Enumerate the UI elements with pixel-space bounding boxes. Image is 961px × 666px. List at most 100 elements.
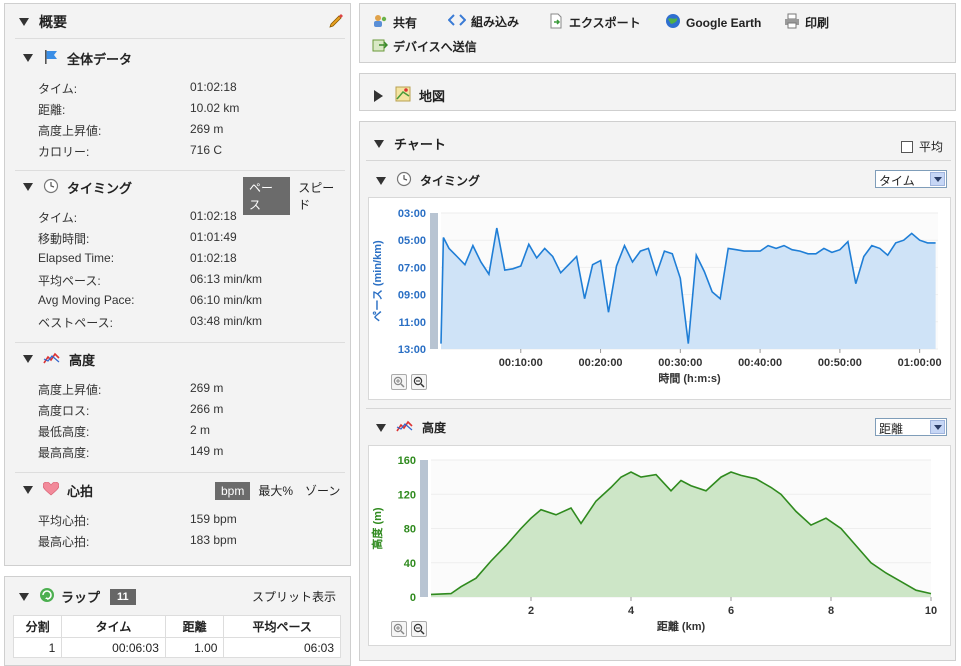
table-cell: 1	[12, 637, 63, 658]
charts-title: チャート	[394, 137, 446, 152]
overall-title: 全体データ	[67, 51, 133, 67]
laps-column-header[interactable]: タイム	[61, 615, 166, 638]
google-earth-label: Google Earth	[686, 15, 762, 30]
charts-header[interactable]: チャート	[374, 134, 446, 153]
collapse-triangle-icon[interactable]	[23, 183, 33, 191]
average-checkbox[interactable]	[900, 140, 913, 153]
export-button[interactable]: エクスポート	[548, 13, 641, 32]
map-icon	[395, 86, 411, 105]
collapse-triangle-icon[interactable]	[19, 592, 29, 601]
collapse-triangle-icon[interactable]	[23, 54, 33, 62]
collapse-triangle-icon[interactable]	[374, 139, 384, 148]
stat-value: 10.02 km	[190, 101, 240, 115]
zoom-in-button[interactable]	[391, 374, 407, 390]
y-tick-label: 0	[410, 592, 416, 604]
zone-toggle[interactable]: ゾーン	[301, 480, 344, 501]
laps-header[interactable]: ラップ 11	[19, 587, 136, 606]
plot-scrollbar	[430, 213, 438, 349]
elevation-graph-icon	[43, 351, 61, 368]
share-label: 共有	[393, 16, 418, 30]
zoom-in-button[interactable]	[391, 621, 407, 637]
google-earth-button[interactable]: Google Earth	[665, 13, 761, 32]
timing-x-axis-select[interactable]: タイム	[875, 170, 947, 188]
timing-chart-header[interactable]: タイミング	[376, 171, 480, 190]
max-percent-toggle[interactable]: 最大%	[254, 480, 297, 501]
timing-title: タイミング	[67, 180, 133, 196]
print-button[interactable]: 印刷	[784, 13, 829, 32]
zoom-out-button[interactable]	[411, 621, 427, 637]
timing-chart-title: タイミング	[420, 174, 481, 188]
y-tick-label: 160	[398, 455, 416, 467]
export-label: エクスポート	[569, 16, 641, 30]
stat-label: 平均心拍:	[38, 514, 90, 528]
zoom-in-icon	[393, 376, 405, 388]
elevation-header[interactable]: 高度	[23, 349, 343, 369]
zoom-out-icon	[413, 623, 425, 635]
chevron-down-icon	[930, 420, 945, 434]
charts-panel: チャート 平均 タイミング タイム 03:00 05:00 07:00 09:00 11…	[359, 121, 956, 661]
stat-value: 716 C	[190, 143, 223, 157]
elevation-chart-title: 高度	[422, 421, 447, 435]
elevation-x-axis-select[interactable]: 距離	[875, 418, 947, 436]
embed-icon	[447, 13, 467, 30]
x-tick-label: 00:20:00	[579, 357, 623, 369]
map-panel: 地図	[359, 73, 956, 111]
stat-label: 距離:	[38, 103, 66, 117]
share-button[interactable]: 共有	[372, 13, 417, 32]
zoom-out-button[interactable]	[411, 374, 427, 390]
collapse-triangle-icon[interactable]	[376, 423, 386, 432]
laps-column-header[interactable]: 分割	[12, 615, 63, 638]
collapse-triangle-icon[interactable]	[23, 355, 33, 363]
stat-row: 高度ロス: 266 m	[38, 402, 338, 418]
table-row[interactable]: 1 00:06:03 1.00 06:03	[12, 637, 341, 658]
collapse-triangle-icon[interactable]	[23, 486, 33, 494]
stat-row: カロリー: 716 C	[38, 143, 338, 159]
laps-panel: ラップ 11 スプリット表示 分割 タイム 距離 平均ペース 1 00:06:03 1.0…	[4, 576, 351, 666]
heart-unit-toggle: bpm 最大% ゾーン	[215, 480, 344, 501]
pace-chart-svg: 03:00 05:00 07:00 09:00 11:00 13:00 00:10:00 00…	[372, 208, 942, 385]
pace-chart: 03:00 05:00 07:00 09:00 11:00 13:00 00:10:00 00…	[368, 197, 951, 400]
split-view-link[interactable]: スプリット表示	[252, 588, 336, 605]
stat-value: 269 m	[190, 381, 224, 395]
stat-label: カロリー:	[38, 145, 90, 159]
map-header[interactable]: 地図	[374, 86, 445, 105]
laps-column-header[interactable]: 平均ペース	[223, 615, 341, 638]
timing-select-value: タイム	[879, 174, 915, 188]
x-tick-label: 00:10:00	[499, 357, 543, 369]
elevation-chart-header[interactable]: 高度	[376, 419, 446, 436]
stat-row: 最低高度: 2 m	[38, 423, 338, 439]
stat-row: Avg Moving Pace: 06:10 min/km	[38, 293, 338, 309]
send-to-device-button[interactable]: デバイスへ送信	[372, 37, 477, 56]
average-option: 平均	[900, 138, 943, 155]
x-tick-label: 01:00:00	[898, 357, 942, 369]
expand-triangle-icon[interactable]	[374, 89, 383, 102]
stat-row: 平均心拍: 159 bpm	[38, 512, 338, 528]
embed-button[interactable]: 組み込み	[447, 13, 519, 30]
stat-row: ベストペース: 03:48 min/km	[38, 314, 338, 330]
map-title: 地図	[419, 89, 446, 104]
share-icon	[372, 13, 388, 32]
bpm-toggle[interactable]: bpm	[215, 481, 251, 500]
stat-label: 最高高度:	[38, 446, 90, 460]
x-axis-label: 時間 (h:m:s)	[658, 371, 721, 385]
stat-row: タイム: 01:02:18	[38, 209, 338, 225]
stat-label: タイム:	[38, 211, 78, 225]
stat-row: 高度上昇値: 269 m	[38, 381, 338, 397]
elevation-chart: 160 120 80 40 0 2 4 6 8 10 高度 (m) 距離 (km)	[368, 445, 951, 646]
elevation-chart-svg: 160 120 80 40 0 2 4 6 8 10 高度 (m) 距離 (km)	[370, 455, 937, 633]
y-tick-label: 13:00	[398, 344, 426, 356]
laps-table: 分割 タイム 距離 平均ペース 1 00:06:03 1.00 06:03	[12, 615, 341, 658]
divider	[15, 342, 345, 343]
summary-header[interactable]: 概要	[19, 12, 344, 32]
y-tick-label: 11:00	[398, 317, 426, 329]
elevation-section: 高度	[23, 349, 343, 369]
laps-column-header[interactable]: 距離	[164, 615, 225, 638]
overall-header[interactable]: 全体データ	[23, 48, 343, 68]
laps-count-badge: 11	[110, 588, 136, 605]
collapse-triangle-icon[interactable]	[19, 18, 29, 26]
stat-label: 高度上昇値:	[38, 124, 102, 138]
edit-pencil-icon[interactable]	[328, 12, 344, 31]
stat-value: 06:10 min/km	[190, 293, 263, 307]
collapse-triangle-icon[interactable]	[376, 176, 386, 185]
device-icon	[372, 37, 389, 56]
